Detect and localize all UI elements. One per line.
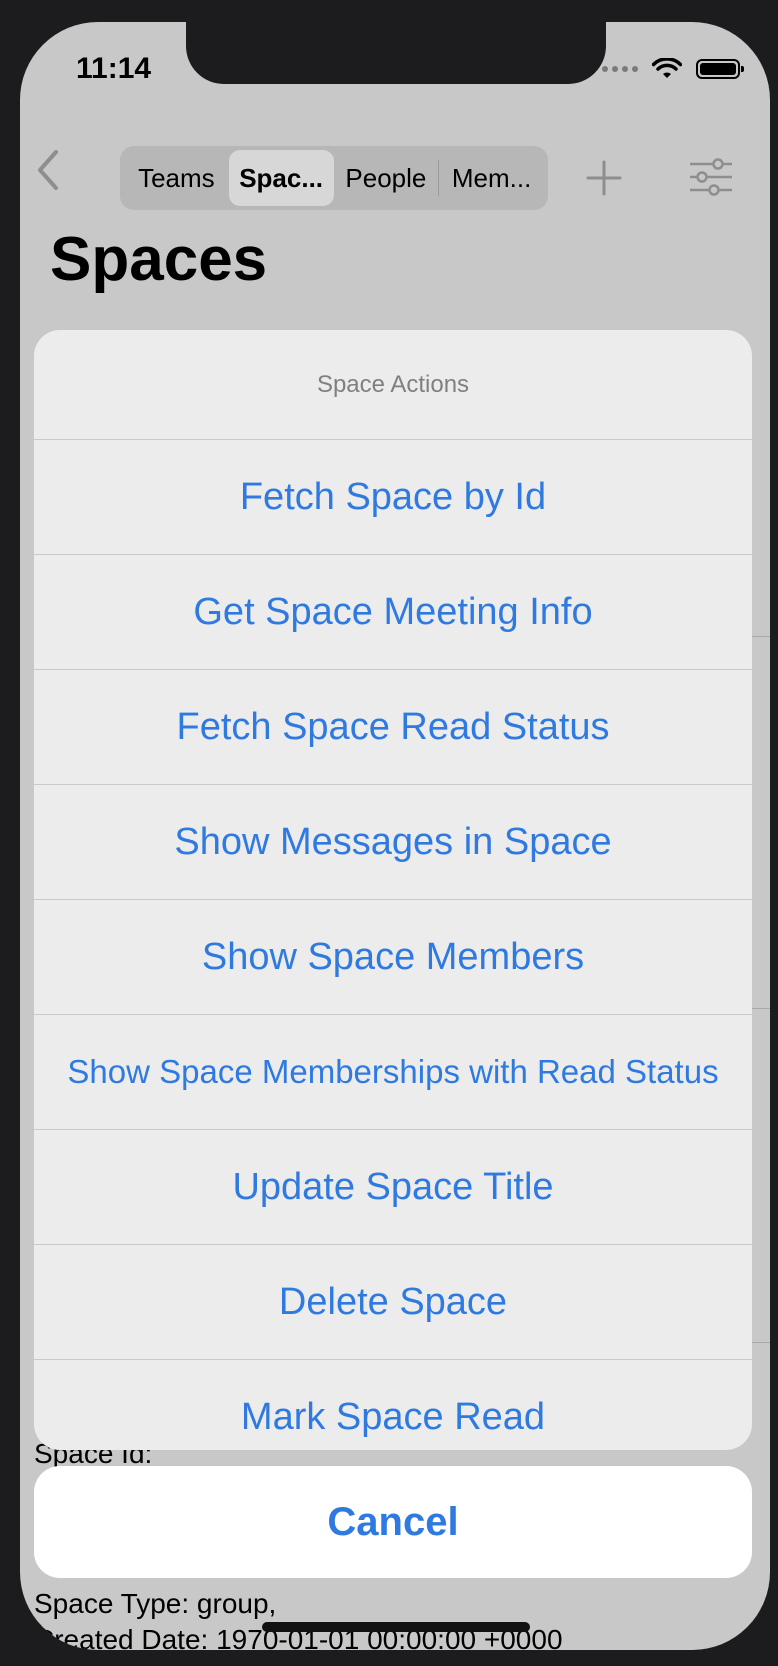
status-icons — [602, 58, 744, 80]
navigation-bar: Teams Spac... People Mem... — [20, 122, 770, 210]
space-type-text: Space Type: group, — [34, 1588, 277, 1619]
segment-people[interactable]: People — [334, 150, 439, 206]
mark-space-read-button[interactable]: Mark Space Read — [34, 1360, 752, 1450]
fetch-space-read-status-button[interactable]: Fetch Space Read Status — [34, 670, 752, 785]
segment-spaces[interactable]: Spac... — [228, 150, 334, 206]
show-messages-in-space-button[interactable]: Show Messages in Space — [34, 785, 752, 900]
status-time: 11:14 — [76, 52, 152, 85]
action-sheet-title: Space Actions — [34, 330, 752, 440]
fetch-space-by-id-button[interactable]: Fetch Space by Id — [34, 440, 752, 555]
back-chevron-icon[interactable] — [34, 148, 62, 192]
wifi-icon — [652, 58, 682, 78]
action-sheet: Space Actions Fetch Space by Id Get Spac… — [34, 330, 752, 1450]
get-space-meeting-info-button[interactable]: Get Space Meeting Info — [34, 555, 752, 670]
battery-icon — [696, 59, 744, 79]
home-indicator[interactable] — [262, 1622, 530, 1632]
device-screen: 11:14 Teams Spac... People Mem... Spaces… — [20, 22, 770, 1650]
segment-memberships[interactable]: Mem... — [439, 150, 544, 206]
delete-space-button[interactable]: Delete Space — [34, 1245, 752, 1360]
page-title: Spaces — [50, 225, 268, 294]
filter-sliders-icon[interactable] — [688, 156, 734, 198]
notch — [186, 22, 606, 84]
show-space-memberships-read-status-button[interactable]: Show Space Memberships with Read Status — [34, 1015, 752, 1130]
update-space-title-button[interactable]: Update Space Title — [34, 1130, 752, 1245]
segment-teams[interactable]: Teams — [124, 150, 229, 206]
show-space-members-button[interactable]: Show Space Members — [34, 900, 752, 1015]
signal-icon — [602, 66, 638, 72]
add-icon[interactable] — [584, 158, 624, 198]
section-segmented-control: Teams Spac... People Mem... — [120, 146, 548, 210]
cancel-button[interactable]: Cancel — [34, 1466, 752, 1578]
